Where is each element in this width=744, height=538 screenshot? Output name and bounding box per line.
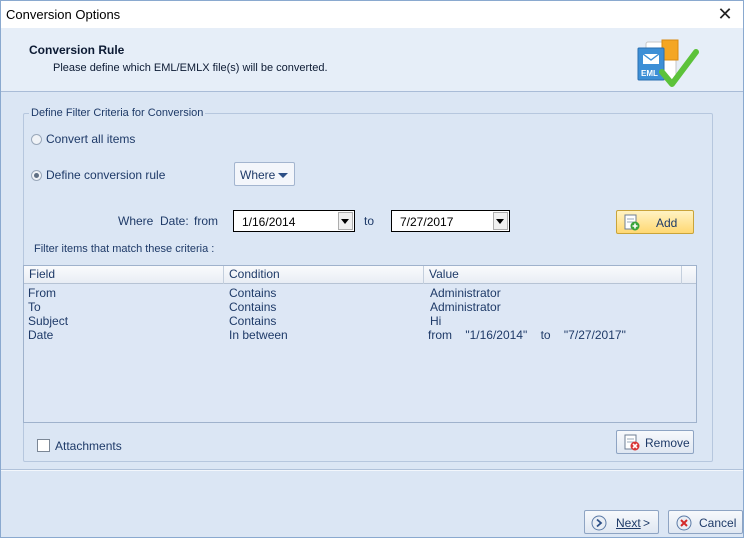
cancel-button[interactable]: Cancel (668, 510, 743, 534)
table-row[interactable]: To Contains Administrator (24, 300, 696, 314)
row-value: from "1/16/2014" to "7/27/2017" (428, 328, 626, 342)
date-text: Date: (160, 214, 189, 228)
attachments-checkbox[interactable] (37, 439, 50, 452)
add-button[interactable]: Add (616, 210, 694, 234)
footer-divider-highlight (1, 470, 743, 471)
column-header-value[interactable]: Value (424, 266, 682, 284)
row-value: Administrator (430, 300, 501, 314)
to-date-value: 7/27/2017 (400, 215, 454, 229)
to-text: to (364, 214, 375, 228)
attachments-label: Attachments (55, 439, 122, 453)
where-text: Where (118, 214, 154, 228)
chevron-down-icon (496, 219, 504, 224)
define-rule-option[interactable]: Define conversion rule (31, 168, 165, 182)
chevron-down-icon (341, 219, 349, 224)
define-rule-radio[interactable] (31, 169, 42, 181)
remove-button-label: Remove (645, 436, 690, 450)
row-condition: Contains (229, 300, 277, 314)
header-banner: Conversion Rule Please define which EML/… (1, 28, 743, 92)
row-field: To (28, 300, 41, 314)
eml-check-icon: EML (637, 39, 699, 87)
from-date-value: 1/16/2014 (242, 215, 296, 229)
title-bar: Conversion Options ✕ (1, 1, 743, 28)
conversion-options-window: Conversion Options ✕ Conversion Rule Ple… (0, 0, 744, 538)
close-icon[interactable]: ✕ (715, 4, 735, 24)
from-date-picker[interactable]: 1/16/2014 (233, 210, 355, 232)
table-row[interactable]: Date In between from "1/16/2014" to "7/2… (24, 328, 696, 342)
next-button-suffix: > (643, 516, 651, 530)
cancel-x-icon (676, 515, 692, 531)
where-dropdown-button[interactable]: Where (234, 162, 295, 186)
convert-all-radio[interactable] (31, 133, 42, 145)
convert-all-option[interactable]: Convert all items (31, 132, 135, 146)
where-dropdown-label: Where (240, 168, 276, 182)
next-arrow-icon (591, 515, 607, 531)
row-field: Subject (28, 314, 69, 328)
row-value: Hi (430, 314, 442, 328)
grid-header: Field Condition Value (24, 266, 696, 284)
row-value: Administrator (430, 286, 501, 300)
remove-button[interactable]: Remove (616, 430, 694, 454)
next-button-label: Next (616, 516, 641, 530)
row-field: From (28, 286, 56, 300)
header-subtitle: Please define which EML/EMLX file(s) wil… (53, 62, 328, 74)
criteria-grid[interactable]: Field Condition Value From Contains Admi… (23, 265, 697, 423)
define-rule-label: Define conversion rule (46, 168, 166, 182)
cancel-button-label: Cancel (699, 516, 737, 530)
add-button-label: Add (656, 216, 678, 230)
filter-match-text: Filter items that match these criteria : (34, 243, 215, 255)
row-condition: In between (229, 328, 288, 342)
to-date-picker[interactable]: 7/27/2017 (391, 210, 510, 232)
table-row[interactable]: From Contains Administrator (24, 286, 696, 300)
column-header-field[interactable]: Field (24, 266, 224, 284)
header-title: Conversion Rule (29, 43, 125, 57)
remove-document-icon (624, 434, 640, 451)
convert-all-label: Convert all items (46, 132, 136, 146)
filter-criteria-legend: Define Filter Criteria for Conversion (29, 107, 206, 119)
row-condition: Contains (229, 286, 277, 300)
to-date-dropdown[interactable] (493, 212, 508, 230)
from-text: from (194, 214, 218, 228)
from-date-dropdown[interactable] (338, 212, 353, 230)
window-title: Conversion Options (6, 7, 121, 22)
chevron-down-icon (278, 173, 288, 178)
row-field: Date (28, 328, 54, 342)
row-condition: Contains (229, 314, 277, 328)
next-button[interactable]: Next > (584, 510, 659, 534)
eml-icon-text: EML (641, 69, 658, 78)
column-header-condition[interactable]: Condition (224, 266, 424, 284)
table-row[interactable]: Subject Contains Hi (24, 314, 696, 328)
add-document-icon (624, 214, 640, 231)
